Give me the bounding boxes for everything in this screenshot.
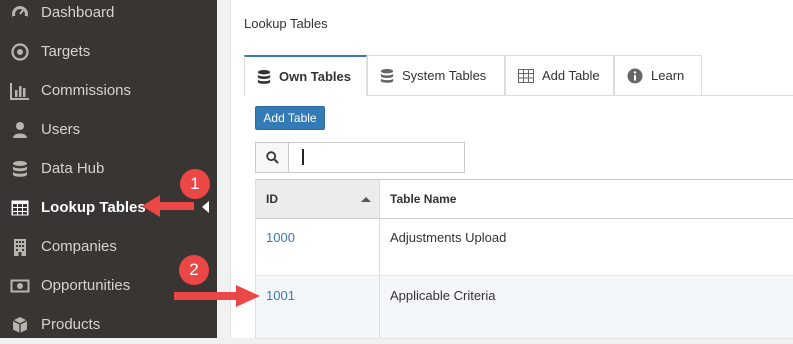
tab-label: Learn (651, 68, 685, 83)
tab-label: Own Tables (279, 69, 351, 84)
active-indicator (202, 201, 209, 213)
search-box (255, 142, 465, 173)
column-header-table-name[interactable]: Table Name (380, 180, 793, 218)
tab-bar: Own Tables System Tables Add Table Learn (244, 55, 793, 96)
annotation-marker-2: 2 (179, 255, 209, 285)
sidebar-item-dashboard[interactable]: Dashboard (0, 0, 217, 32)
table-icon (518, 68, 534, 83)
sort-ascending-icon (361, 197, 371, 202)
row-table-name: Adjustments Upload (390, 230, 507, 245)
user-icon (10, 120, 30, 140)
table-row[interactable]: 1001 Applicable Criteria (256, 276, 793, 339)
row-id-link[interactable]: 1000 (256, 218, 380, 275)
cube-icon (10, 315, 30, 335)
sidebar-item-label: Commissions (41, 82, 132, 99)
row-id-link[interactable]: 1001 (256, 276, 380, 338)
sidebar-item-label: Products (41, 316, 101, 333)
sidebar-item-label: Dashboard (41, 4, 115, 21)
sidebar-item-products[interactable]: Products (0, 305, 217, 344)
table-row[interactable]: 1000 Adjustments Upload (256, 218, 793, 276)
annotation-arrow-icon (174, 285, 260, 307)
lookup-tables-table: ID Table Name 1000 Adjustments Upload 10… (255, 179, 793, 339)
bar-chart-icon (10, 81, 30, 101)
sidebar-item-commissions[interactable]: Commissions (0, 71, 217, 110)
add-table-button[interactable]: Add Table (255, 106, 325, 130)
sidebar-item-label: Companies (41, 238, 117, 255)
tab-add-table[interactable]: Add Table (505, 55, 614, 95)
sidebar-item-label: Lookup Tables (41, 199, 146, 216)
target-icon (10, 42, 30, 62)
money-icon (10, 276, 30, 296)
search-icon (256, 143, 289, 172)
text-cursor (302, 149, 304, 165)
sidebar-item-label: Data Hub (41, 160, 105, 177)
building-icon (10, 237, 30, 257)
sidebar-item-users[interactable]: Users (0, 110, 217, 149)
info-icon (627, 68, 643, 84)
tab-learn[interactable]: Learn (614, 55, 702, 95)
tab-system-tables[interactable]: System Tables (367, 55, 505, 95)
row-table-name: Applicable Criteria (390, 288, 496, 303)
tab-own-tables[interactable]: Own Tables (244, 55, 367, 96)
database-icon (10, 159, 30, 179)
column-header-id[interactable]: ID (256, 180, 380, 218)
tab-label: System Tables (402, 68, 487, 83)
column-header-label: ID (266, 192, 278, 206)
database-icon (257, 69, 271, 85)
table-header: ID Table Name (256, 180, 793, 219)
column-header-label: Table Name (390, 192, 457, 206)
search-input[interactable] (289, 143, 463, 172)
page-title: Lookup Tables (244, 16, 328, 31)
sidebar-item-label: Opportunities (41, 277, 131, 294)
table-icon (10, 198, 30, 218)
database-icon (380, 68, 394, 84)
sidebar-item-label: Users (41, 121, 81, 138)
annotation-arrow-icon (142, 195, 194, 217)
sidebar-item-targets[interactable]: Targets (0, 32, 217, 71)
dashboard-icon (10, 3, 30, 23)
tab-label: Add Table (542, 68, 600, 83)
sidebar-item-label: Targets (41, 43, 91, 60)
